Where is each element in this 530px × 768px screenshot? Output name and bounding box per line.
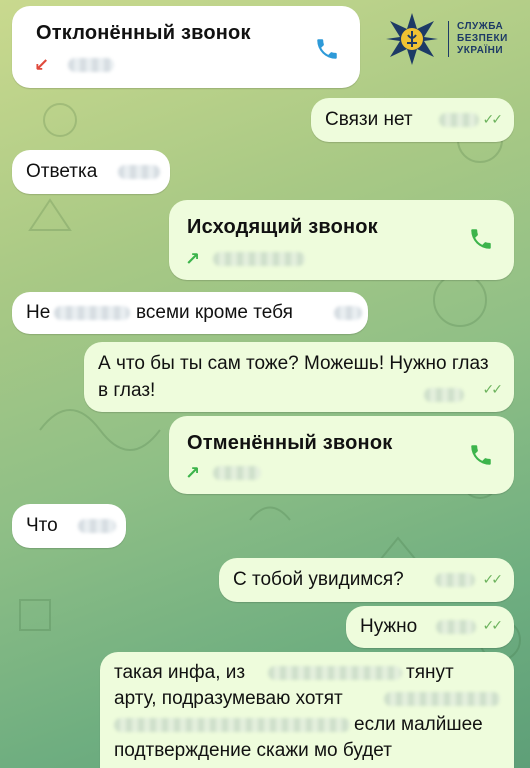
message-text-part: если малйшее — [354, 714, 483, 735]
call-title: Отклонённый звонок — [36, 22, 251, 44]
missed-call-arrow-icon: ↙ — [34, 55, 50, 75]
redacted-timestamp — [118, 165, 160, 179]
badge-line: СЛУЖБА — [457, 21, 504, 32]
message-outgoing[interactable]: А что бы ты сам тоже? Можешь! Нужно глаз… — [84, 342, 514, 412]
message-outgoing-long[interactable]: такая инфа, из тянут арту, подразумеваю … — [100, 652, 514, 768]
redacted-text — [114, 718, 350, 732]
chat-area: Отклонённый звонок ↙ Связи нет ✓✓ Ответк… — [0, 0, 530, 768]
redacted-timestamp — [435, 573, 475, 587]
sbu-logo-text: СЛУЖБА БЕЗПЕКИ УКРАЇНИ — [448, 21, 508, 57]
phone-icon[interactable] — [314, 36, 340, 62]
read-checkmarks-icon: ✓✓ — [482, 111, 504, 127]
call-title: Исходящий звонок — [187, 216, 378, 238]
message-outgoing[interactable]: Связи нет ✓✓ — [311, 98, 514, 142]
outgoing-call-arrow-icon: ↗ — [185, 463, 201, 483]
redacted-timestamp — [68, 58, 114, 72]
message-text: Нужно — [360, 616, 418, 637]
message-text: С тобой увидимся? — [233, 569, 404, 590]
message-incoming[interactable]: Что — [12, 504, 126, 548]
message-text-part: всеми кроме тебя — [136, 302, 293, 323]
badge-line: БЕЗПЕКИ — [457, 33, 508, 44]
message-text-part: Не — [26, 302, 51, 323]
redacted-timestamp — [78, 519, 116, 533]
read-checkmarks-icon: ✓✓ — [482, 617, 504, 633]
phone-icon[interactable] — [468, 442, 494, 468]
phone-icon[interactable] — [468, 226, 494, 252]
message-text-part: подтверждение скажи мо будет — [114, 740, 392, 761]
redacted-timestamp — [213, 466, 261, 480]
redacted-timestamp — [439, 113, 479, 127]
redacted-timestamp — [213, 252, 305, 266]
redacted-timestamp — [424, 388, 464, 402]
message-text: Связи нет — [325, 109, 413, 130]
redacted-timestamp — [334, 306, 362, 320]
message-text-part: арту, подразумеваю хотят — [114, 688, 343, 709]
message-outgoing[interactable]: Нужно ✓✓ — [346, 606, 514, 648]
message-incoming[interactable]: Не всеми кроме тебя — [12, 292, 368, 334]
message-text: Что — [26, 515, 58, 536]
sbu-logo-badge: СЛУЖБА БЕЗПЕКИ УКРАЇНИ — [384, 8, 526, 70]
message-declined-call[interactable]: Отклонённый звонок ↙ — [12, 6, 360, 88]
message-outgoing-call[interactable]: Исходящий звонок ↗ — [169, 200, 514, 280]
redacted-timestamp — [436, 620, 476, 634]
message-text-part: такая инфа, из — [114, 662, 246, 683]
read-checkmarks-icon: ✓✓ — [482, 381, 504, 397]
message-incoming[interactable]: Ответка — [12, 150, 170, 194]
message-outgoing[interactable]: С тобой увидимся? ✓✓ — [219, 558, 514, 602]
redacted-text — [384, 692, 500, 706]
badge-line: УКРАЇНИ — [457, 45, 504, 56]
message-cancelled-call[interactable]: Отменённый звонок ↗ — [169, 416, 514, 494]
call-title: Отменённый звонок — [187, 432, 393, 454]
redacted-text — [54, 306, 130, 320]
redacted-text — [268, 666, 402, 680]
outgoing-call-arrow-icon: ↗ — [185, 249, 201, 269]
message-text: Ответка — [26, 161, 98, 182]
message-text-part: тянут — [406, 662, 454, 683]
read-checkmarks-icon: ✓✓ — [482, 571, 504, 587]
sbu-emblem-icon — [386, 13, 438, 65]
